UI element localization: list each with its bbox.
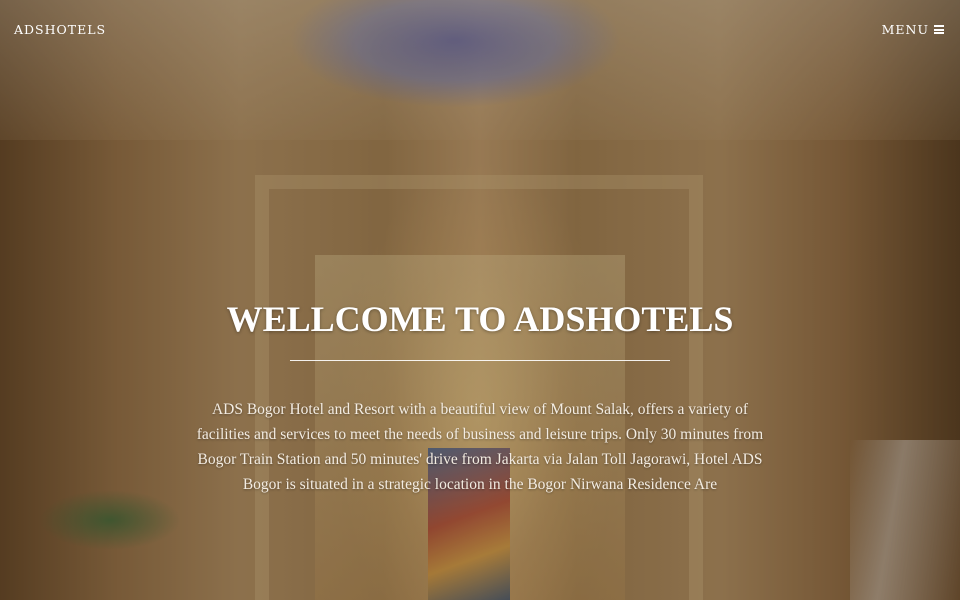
hero-section: ADSHOTELS MENU WELLCOME TO ADSHOTELS ADS… [0,0,960,600]
hero-description: ADS Bogor Hotel and Resort with a beauti… [196,401,764,493]
hero-content: WELLCOME TO ADSHOTELS ADS Bogor Hotel an… [180,296,780,497]
title-divider [290,360,670,361]
menu-button[interactable]: MENU [882,22,944,37]
hero-title: WELLCOME TO ADSHOTELS [226,299,734,339]
hamburger-icon [934,25,944,34]
brand-logo-link[interactable]: ADSHOTELS [14,22,106,37]
menu-label: MENU [881,22,929,37]
